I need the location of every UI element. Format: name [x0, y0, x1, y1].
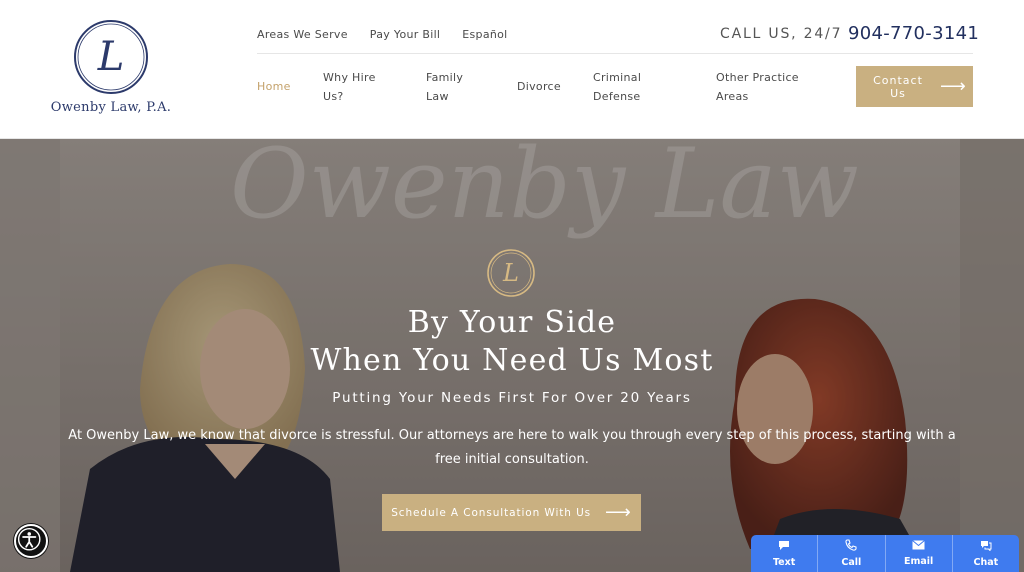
schedule-consultation-button[interactable]: Schedule A Consultation With Us ⟶ — [382, 494, 641, 531]
contact-text-button[interactable]: Text — [751, 535, 819, 572]
header-divider — [257, 53, 973, 54]
nav-family-law[interactable]: Family Law — [426, 68, 463, 106]
hero-title-line1: By Your Side — [407, 305, 617, 340]
contact-us-line1: Contact — [873, 73, 923, 87]
svg-text:L: L — [502, 259, 519, 287]
contact-email-label: Email — [903, 556, 934, 567]
hero-subtitle: Putting Your Needs First For Over 20 Yea… — [332, 390, 692, 406]
contact-call-label: Call — [841, 557, 862, 568]
chat-icon — [980, 540, 992, 554]
nav-divorce[interactable]: Divorce — [517, 77, 561, 96]
phone-icon — [845, 539, 857, 554]
contact-widget-bar: Text Call Email Chat — [751, 535, 1019, 572]
nav-divorce-label: Divorce — [517, 80, 561, 93]
call-us-label: CALL US, 24/7 — [720, 26, 843, 42]
monogram-logo-icon: L — [74, 20, 148, 94]
arrow-right-icon: ⟶ — [940, 76, 967, 97]
contact-us-label: Contact Us — [870, 74, 926, 100]
hero-title: By Your Side When You Need Us Most — [0, 304, 1024, 380]
arrow-right-icon: ⟶ — [605, 502, 632, 523]
nav-other-practice-areas-line2: Areas — [716, 90, 749, 103]
nav-criminal-defense-line1: Criminal — [593, 71, 642, 84]
brand-logo[interactable]: L Owenby Law, P.A. — [44, 18, 178, 123]
schedule-consultation-label: Schedule A Consultation With Us — [391, 506, 592, 519]
nav-criminal-defense-line2: Defense — [593, 90, 641, 103]
brand-name: Owenby Law, P.A. — [50, 100, 172, 115]
contact-text-label: Text — [772, 556, 796, 568]
contact-us-line2: Us — [890, 86, 906, 100]
utility-nav: Areas We Serve Pay Your Bill Español — [257, 28, 508, 41]
svg-text:L: L — [97, 34, 125, 80]
accessibility-button[interactable] — [14, 524, 48, 558]
nav-family-law-line2: Law — [426, 90, 449, 103]
contact-call-button[interactable]: Call — [818, 535, 886, 572]
chat-bubble-icon — [778, 540, 790, 554]
util-link-pay-your-bill[interactable]: Pay Your Bill — [370, 28, 440, 41]
nav-family-law-line1: Family — [426, 71, 464, 84]
nav-criminal-defense[interactable]: Criminal Defense — [593, 68, 641, 106]
nav-other-practice-areas-line1: Other Practice — [716, 71, 799, 84]
util-link-espanol[interactable]: Español — [462, 28, 507, 41]
nav-why-hire-us-line1: Why Hire — [323, 71, 376, 84]
nav-why-hire-us-line2: Us? — [323, 90, 344, 103]
contact-chat-label: Chat — [973, 556, 999, 568]
contact-email-button[interactable]: Email — [886, 535, 953, 572]
nav-why-hire-us[interactable]: Why Hire Us? — [323, 68, 376, 106]
envelope-icon — [912, 540, 925, 553]
util-link-areas-we-serve[interactable]: Areas We Serve — [257, 28, 348, 41]
nav-home-label: Home — [257, 80, 291, 93]
hero-title-line2: When You Need Us Most — [310, 343, 714, 378]
nav-other-practice-areas[interactable]: Other Practice Areas — [716, 68, 799, 106]
accessibility-icon — [17, 527, 41, 551]
contact-chat-button[interactable]: Chat — [953, 535, 1019, 572]
hero-section: Owenby Law L By Your Side When You Need … — [0, 139, 1024, 572]
monogram-emblem-icon: L — [487, 249, 535, 297]
contact-us-button[interactable]: Contact Us ⟶ — [856, 66, 973, 107]
phone-number-link[interactable]: 904-770-3141 — [848, 23, 979, 44]
site-header: L Owenby Law, P.A. Areas We Serve Pay Yo… — [0, 0, 1024, 139]
nav-home[interactable]: Home — [257, 77, 291, 96]
hero-paragraph: At Owenby Law, we know that divorce is s… — [68, 428, 956, 467]
